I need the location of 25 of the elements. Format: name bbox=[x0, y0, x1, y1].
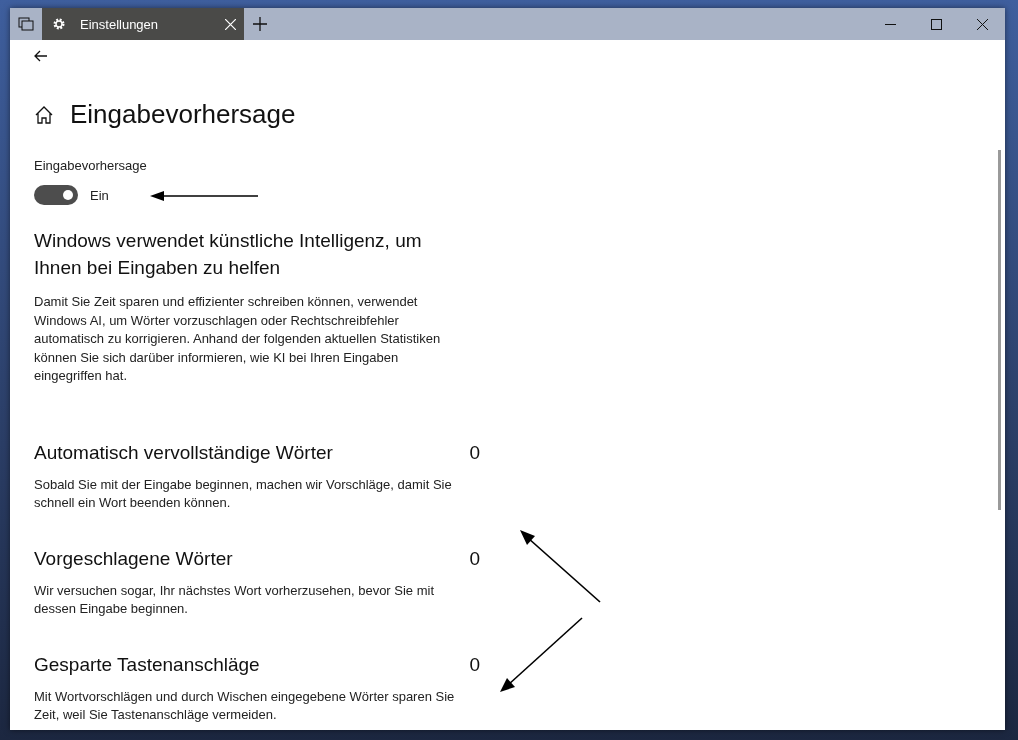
statistic-count: 0 bbox=[469, 653, 480, 676]
close-tab-icon[interactable] bbox=[225, 18, 236, 30]
statistic-count: 0 bbox=[469, 441, 480, 464]
section-heading: Windows verwendet künstliche Intelligenz, um Ihnen bei Eingaben zu helfen bbox=[34, 229, 423, 280]
gear-icon bbox=[52, 17, 66, 31]
browser-tab[interactable]: Einstellungen bbox=[42, 8, 244, 40]
statistic-title: Vorgeschlagene Wörter bbox=[34, 547, 233, 570]
plus-icon bbox=[253, 17, 267, 31]
statistic-description: Wir versuchen sogar, Ihr nächstes Wort vorherzusehen, bevor Sie mit dessen Eingabe beginnen. bbox=[34, 581, 436, 618]
home-icon[interactable] bbox=[34, 105, 54, 124]
statistic-description: Sobald Sie mit der Eingabe beginnen, machen wir Vorschläge, damit Sie schnell ein Wort beenden können. bbox=[34, 475, 453, 512]
page-title: Eingabevorhersage bbox=[70, 99, 296, 130]
statistic-title: Gesparte Tastenanschläge bbox=[34, 653, 260, 676]
statistic-count: 0 bbox=[469, 547, 480, 570]
close-icon bbox=[976, 18, 988, 30]
intro-paragraph: Damit Sie Zeit sparen und effizienter schreiben können, verwendet Windows AI, um Wörter vorzuschlagen oder Rechtschreibfehler automatisch zu korrigieren. Anhand der folgenden aktuellen Statistiken können Sie sich darüber informieren, wie KI bei Ihren Eingaben eingegriffen hat. bbox=[34, 293, 442, 385]
statistic-title: Automatisch vervollständige Wörter bbox=[34, 441, 333, 464]
statistic-description: Mit Wortvorschlägen und durch Wischen eingegebene Wörter sparen Sie Zeit, weil Sie Tastenanschläge vermeiden. bbox=[34, 687, 456, 724]
toggle-state-text: Ein bbox=[90, 187, 109, 203]
toggle-label: Eingabevorhersage bbox=[34, 158, 148, 173]
maximize-icon bbox=[930, 18, 942, 30]
windows-icon bbox=[18, 17, 34, 31]
toggle-switch[interactable] bbox=[34, 185, 78, 205]
back-arrow-icon bbox=[34, 50, 48, 62]
scrollbar[interactable] bbox=[998, 150, 1001, 510]
